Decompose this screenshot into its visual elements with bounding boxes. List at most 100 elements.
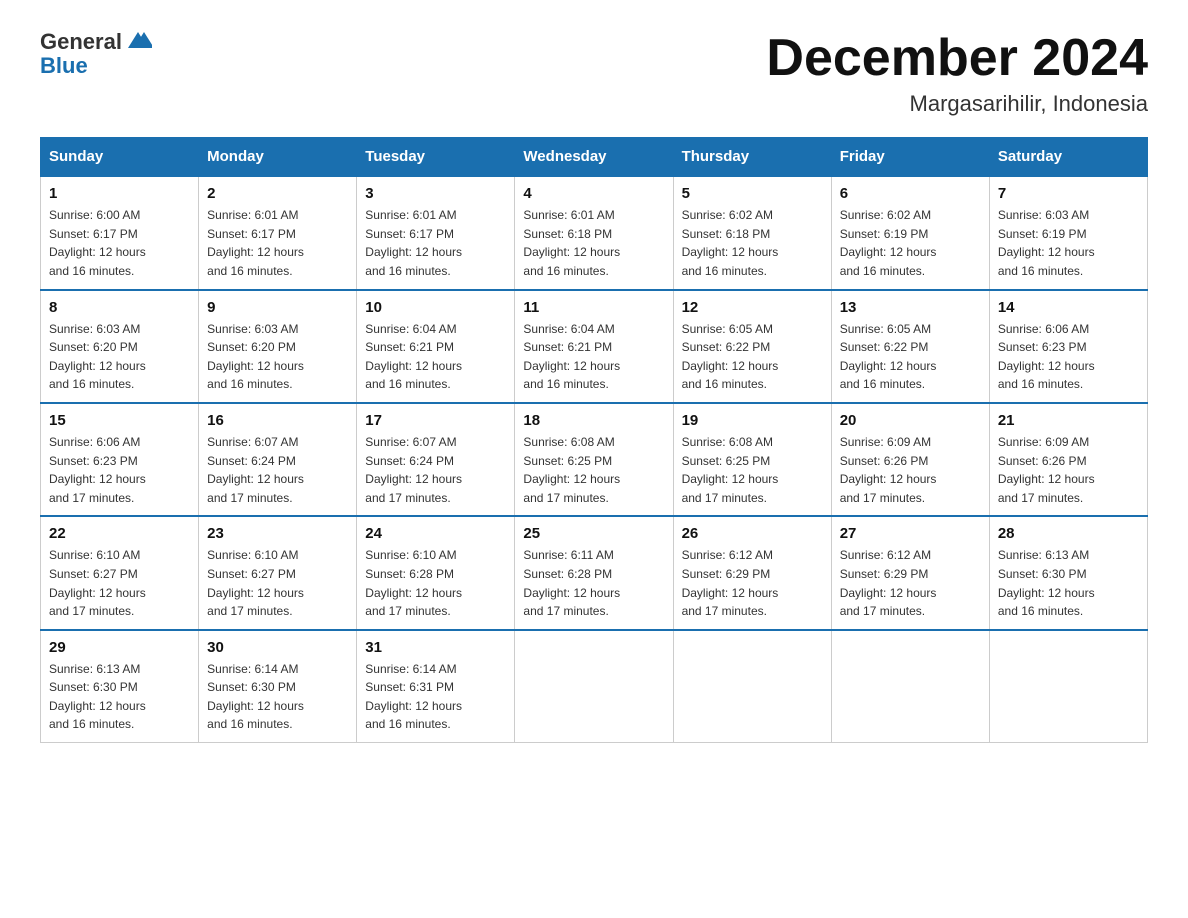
- weekday-header-friday: Friday: [831, 138, 989, 177]
- day-info: Sunrise: 6:08 AMSunset: 6:25 PMDaylight:…: [523, 433, 664, 507]
- day-info: Sunrise: 6:07 AMSunset: 6:24 PMDaylight:…: [365, 433, 506, 507]
- day-info: Sunrise: 6:08 AMSunset: 6:25 PMDaylight:…: [682, 433, 823, 507]
- day-info: Sunrise: 6:02 AMSunset: 6:19 PMDaylight:…: [840, 206, 981, 280]
- day-info: Sunrise: 6:07 AMSunset: 6:24 PMDaylight:…: [207, 433, 348, 507]
- day-number: 26: [682, 525, 823, 542]
- day-info: Sunrise: 6:12 AMSunset: 6:29 PMDaylight:…: [682, 546, 823, 620]
- calendar-cell: 16 Sunrise: 6:07 AMSunset: 6:24 PMDayligh…: [199, 403, 357, 516]
- calendar-week-row: 8 Sunrise: 6:03 AMSunset: 6:20 PMDaylight…: [41, 290, 1148, 403]
- day-info: Sunrise: 6:04 AMSunset: 6:21 PMDaylight:…: [365, 320, 506, 394]
- calendar-cell: 7Sunrise: 6:03 AMSunset: 6:19 PMDaylight…: [989, 176, 1147, 289]
- day-number: 18: [523, 412, 664, 429]
- calendar-cell: 21 Sunrise: 6:09 AMSunset: 6:26 PMDayligh…: [989, 403, 1147, 516]
- day-number: 9: [207, 299, 348, 316]
- weekday-header-monday: Monday: [199, 138, 357, 177]
- day-info: Sunrise: 6:02 AMSunset: 6:18 PMDaylight:…: [682, 206, 823, 280]
- day-number: 7: [998, 185, 1139, 202]
- calendar-cell: 10 Sunrise: 6:04 AMSunset: 6:21 PMDayligh…: [357, 290, 515, 403]
- title-block: December 2024 Margasarihilir, Indonesia: [766, 30, 1148, 117]
- weekday-header-saturday: Saturday: [989, 138, 1147, 177]
- weekday-header-tuesday: Tuesday: [357, 138, 515, 177]
- day-info: Sunrise: 6:10 AMSunset: 6:27 PMDaylight:…: [207, 546, 348, 620]
- weekday-header-wednesday: Wednesday: [515, 138, 673, 177]
- calendar-cell: 14Sunrise: 6:06 AMSunset: 6:23 PMDayligh…: [989, 290, 1147, 403]
- logo-blue-text: Blue: [40, 54, 88, 78]
- calendar-week-row: 1Sunrise: 6:00 AMSunset: 6:17 PMDaylight…: [41, 176, 1148, 289]
- day-info: Sunrise: 6:06 AMSunset: 6:23 PMDaylight:…: [998, 320, 1139, 394]
- day-number: 8: [49, 299, 190, 316]
- day-number: 4: [523, 185, 664, 202]
- day-number: 13: [840, 299, 981, 316]
- day-info: Sunrise: 6:10 AMSunset: 6:27 PMDaylight:…: [49, 546, 190, 620]
- day-info: Sunrise: 6:01 AMSunset: 6:18 PMDaylight:…: [523, 206, 664, 280]
- calendar-cell: 22 Sunrise: 6:10 AMSunset: 6:27 PMDayligh…: [41, 516, 199, 629]
- day-info: Sunrise: 6:09 AMSunset: 6:26 PMDaylight:…: [998, 433, 1139, 507]
- calendar-cell: 20 Sunrise: 6:09 AMSunset: 6:26 PMDayligh…: [831, 403, 989, 516]
- day-number: 17: [365, 412, 506, 429]
- calendar-cell: 4 Sunrise: 6:01 AMSunset: 6:18 PMDaylight…: [515, 176, 673, 289]
- logo-general-text: General: [40, 30, 122, 54]
- day-info: Sunrise: 6:10 AMSunset: 6:28 PMDaylight:…: [365, 546, 506, 620]
- weekday-header-thursday: Thursday: [673, 138, 831, 177]
- calendar-cell: 8 Sunrise: 6:03 AMSunset: 6:20 PMDaylight…: [41, 290, 199, 403]
- day-info: Sunrise: 6:04 AMSunset: 6:21 PMDaylight:…: [523, 320, 664, 394]
- day-info: Sunrise: 6:06 AMSunset: 6:23 PMDaylight:…: [49, 433, 190, 507]
- calendar-cell: 15 Sunrise: 6:06 AMSunset: 6:23 PMDayligh…: [41, 403, 199, 516]
- day-number: 22: [49, 525, 190, 542]
- weekday-header-row: SundayMondayTuesdayWednesdayThursdayFrid…: [41, 138, 1148, 177]
- calendar-cell: [673, 630, 831, 743]
- day-info: Sunrise: 6:05 AMSunset: 6:22 PMDaylight:…: [682, 320, 823, 394]
- day-number: 21: [998, 412, 1139, 429]
- day-info: Sunrise: 6:13 AMSunset: 6:30 PMDaylight:…: [998, 546, 1139, 620]
- calendar-cell: 9 Sunrise: 6:03 AMSunset: 6:20 PMDaylight…: [199, 290, 357, 403]
- calendar-cell: 26 Sunrise: 6:12 AMSunset: 6:29 PMDayligh…: [673, 516, 831, 629]
- calendar-cell: 30Sunrise: 6:14 AMSunset: 6:30 PMDayligh…: [199, 630, 357, 743]
- calendar-cell: 23 Sunrise: 6:10 AMSunset: 6:27 PMDayligh…: [199, 516, 357, 629]
- calendar-week-row: 29 Sunrise: 6:13 AMSunset: 6:30 PMDayligh…: [41, 630, 1148, 743]
- day-info: Sunrise: 6:13 AMSunset: 6:30 PMDaylight:…: [49, 660, 190, 734]
- calendar-cell: 28Sunrise: 6:13 AMSunset: 6:30 PMDayligh…: [989, 516, 1147, 629]
- day-info: Sunrise: 6:09 AMSunset: 6:26 PMDaylight:…: [840, 433, 981, 507]
- day-number: 20: [840, 412, 981, 429]
- calendar-cell: 2 Sunrise: 6:01 AMSunset: 6:17 PMDaylight…: [199, 176, 357, 289]
- day-number: 10: [365, 299, 506, 316]
- day-info: Sunrise: 6:03 AMSunset: 6:20 PMDaylight:…: [207, 320, 348, 394]
- day-number: 11: [523, 299, 664, 316]
- day-info: Sunrise: 6:00 AMSunset: 6:17 PMDaylight:…: [49, 206, 190, 280]
- calendar-cell: 11 Sunrise: 6:04 AMSunset: 6:21 PMDayligh…: [515, 290, 673, 403]
- day-number: 12: [682, 299, 823, 316]
- calendar-cell: [989, 630, 1147, 743]
- day-number: 23: [207, 525, 348, 542]
- calendar-cell: 27Sunrise: 6:12 AMSunset: 6:29 PMDayligh…: [831, 516, 989, 629]
- month-title: December 2024: [766, 30, 1148, 87]
- weekday-header-sunday: Sunday: [41, 138, 199, 177]
- calendar-cell: 18 Sunrise: 6:08 AMSunset: 6:25 PMDayligh…: [515, 403, 673, 516]
- day-number: 24: [365, 525, 506, 542]
- page-header: General Blue December 2024 Margasarihili…: [40, 30, 1148, 117]
- calendar-cell: 13 Sunrise: 6:05 AMSunset: 6:22 PMDayligh…: [831, 290, 989, 403]
- day-info: Sunrise: 6:14 AMSunset: 6:31 PMDaylight:…: [365, 660, 506, 734]
- calendar-cell: 6Sunrise: 6:02 AMSunset: 6:19 PMDaylight…: [831, 176, 989, 289]
- day-info: Sunrise: 6:01 AMSunset: 6:17 PMDaylight:…: [365, 206, 506, 280]
- calendar-cell: 31Sunrise: 6:14 AMSunset: 6:31 PMDayligh…: [357, 630, 515, 743]
- calendar-cell: [515, 630, 673, 743]
- day-info: Sunrise: 6:12 AMSunset: 6:29 PMDaylight:…: [840, 546, 981, 620]
- day-info: Sunrise: 6:03 AMSunset: 6:20 PMDaylight:…: [49, 320, 190, 394]
- calendar-week-row: 15 Sunrise: 6:06 AMSunset: 6:23 PMDayligh…: [41, 403, 1148, 516]
- calendar-cell: 24 Sunrise: 6:10 AMSunset: 6:28 PMDayligh…: [357, 516, 515, 629]
- day-number: 2: [207, 185, 348, 202]
- calendar-cell: 29 Sunrise: 6:13 AMSunset: 6:30 PMDayligh…: [41, 630, 199, 743]
- calendar-cell: 3 Sunrise: 6:01 AMSunset: 6:17 PMDaylight…: [357, 176, 515, 289]
- calendar-cell: 5Sunrise: 6:02 AMSunset: 6:18 PMDaylight…: [673, 176, 831, 289]
- day-info: Sunrise: 6:01 AMSunset: 6:17 PMDaylight:…: [207, 206, 348, 280]
- day-number: 30: [207, 639, 348, 656]
- location-title: Margasarihilir, Indonesia: [766, 91, 1148, 117]
- day-number: 15: [49, 412, 190, 429]
- day-number: 3: [365, 185, 506, 202]
- day-number: 16: [207, 412, 348, 429]
- calendar-cell: 1Sunrise: 6:00 AMSunset: 6:17 PMDaylight…: [41, 176, 199, 289]
- day-info: Sunrise: 6:05 AMSunset: 6:22 PMDaylight:…: [840, 320, 981, 394]
- day-info: Sunrise: 6:11 AMSunset: 6:28 PMDaylight:…: [523, 546, 664, 620]
- day-number: 29: [49, 639, 190, 656]
- calendar-cell: 19Sunrise: 6:08 AMSunset: 6:25 PMDayligh…: [673, 403, 831, 516]
